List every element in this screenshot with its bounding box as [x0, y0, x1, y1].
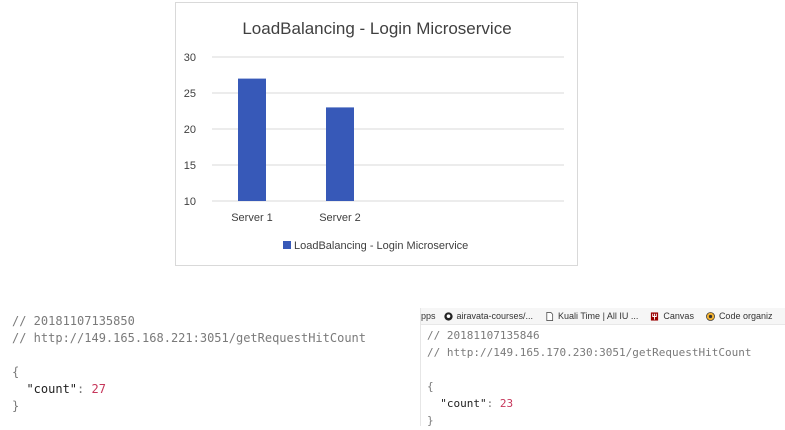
- open-brace: {: [12, 365, 20, 379]
- comment-url: // http://149.165.168.221:3051/getReques…: [12, 331, 367, 345]
- close-brace: }: [427, 414, 434, 427]
- y-tick-label: 20: [184, 124, 196, 136]
- count-value: 23: [499, 397, 514, 410]
- chart-card: LoadBalancing - Login Microservice 10 15 2…: [175, 2, 578, 266]
- bookmarks-bar: pps airavata-courses/... Kuali Time | Al…: [421, 308, 785, 325]
- chart-bars: [238, 78, 354, 201]
- comment-timestamp: // 20181107135846: [427, 329, 540, 342]
- y-tick-label: 15: [184, 160, 196, 172]
- legend-label: LoadBalancing - Login Microservice: [294, 240, 468, 252]
- bar: [238, 78, 266, 201]
- bookmark-label: pps: [421, 311, 436, 321]
- count-entry: "count": 23: [427, 395, 752, 412]
- json-body: // 20181107135846 // http://149.165.170.…: [427, 327, 752, 429]
- y-tick-label: 30: [184, 52, 196, 64]
- json-response-right: pps airavata-courses/... Kuali Time | Al…: [420, 308, 785, 429]
- bar: [326, 107, 354, 201]
- bookmark-kuali[interactable]: Kuali Time | All IU ...: [545, 311, 638, 321]
- bookmark-canvas[interactable]: Canvas: [650, 311, 694, 321]
- chart-title: LoadBalancing - Login Microservice: [242, 19, 511, 38]
- iu-trident-icon: [651, 311, 659, 321]
- bookmark-label: Code organiz: [718, 311, 773, 321]
- x-tick-label: Server 2: [319, 212, 361, 224]
- bookmark-label: Kuali Time | All IU ...: [558, 311, 639, 321]
- close-brace: }: [12, 399, 20, 413]
- bookmark-airavata[interactable]: airavata-courses/...: [443, 311, 534, 321]
- count-key: "count": [440, 397, 487, 410]
- y-tick-label: 25: [184, 88, 196, 100]
- count-entry: "count": 27: [12, 381, 412, 398]
- bookmark-code-organiz[interactable]: Code organiz: [706, 311, 773, 321]
- bookmark-apps[interactable]: pps: [421, 311, 436, 321]
- chart-x-ticks: Server 1 Server 2: [231, 212, 361, 224]
- y-tick-label: 10: [184, 196, 196, 208]
- count-key: "count": [26, 382, 78, 396]
- bar-chart: LoadBalancing - Login Microservice 10 15 2…: [184, 19, 564, 252]
- json-response-left: // 20181107135850 // http://149.165.168.…: [12, 313, 412, 423]
- colon: :: [77, 382, 92, 396]
- bookmark-label: Canvas: [663, 311, 694, 321]
- page-icon: [546, 311, 554, 321]
- github-icon: [443, 311, 453, 321]
- circle-icon: [706, 311, 715, 321]
- x-tick-label: Server 1: [231, 212, 273, 224]
- chart-legend: LoadBalancing - Login Microservice: [283, 240, 468, 252]
- bookmark-label: airavata-courses/...: [456, 311, 534, 321]
- comment-timestamp: // 20181107135850: [12, 314, 135, 328]
- comment-url: // http://149.165.170.230:3051/getReques…: [427, 346, 752, 359]
- count-value: 27: [91, 382, 106, 396]
- open-brace: {: [427, 380, 434, 393]
- colon: :: [486, 397, 500, 410]
- legend-swatch: [283, 241, 291, 249]
